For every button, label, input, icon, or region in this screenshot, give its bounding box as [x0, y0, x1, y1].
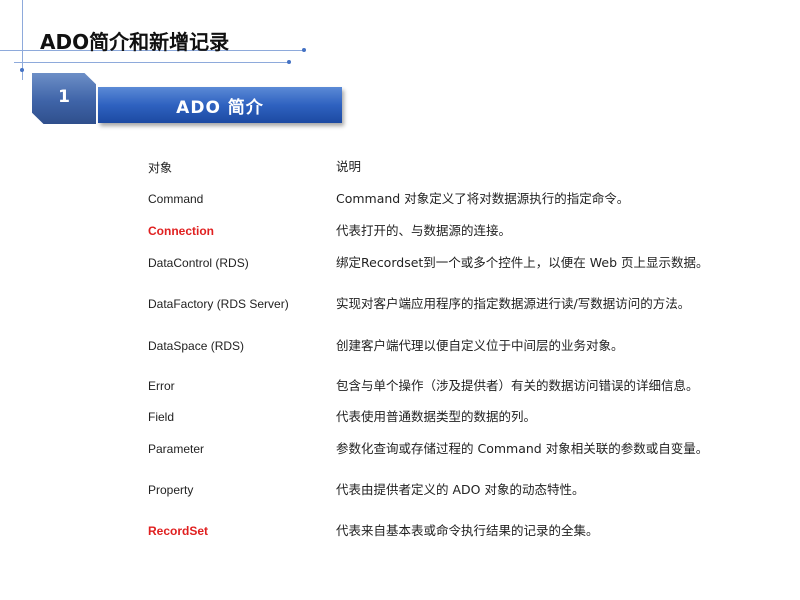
object-description: 代表使用普通数据类型的数据的列。 — [336, 409, 537, 424]
section-title-banner: ADO 简介 — [98, 87, 342, 123]
object-name: Parameter — [148, 442, 205, 456]
section-number-badge: 1 — [32, 73, 96, 124]
decor-dot-bottom — [287, 60, 291, 64]
slide-title: ADO简介和新增记录 — [40, 30, 230, 54]
object-description: Command 对象定义了将对数据源执行的指定命令。 — [336, 191, 630, 206]
table-row: DataControl (RDS) 绑定Recordset到一个或多个控件上，以… — [148, 246, 748, 280]
table-row: Connection 代表打开的、与数据源的连接。 — [148, 222, 748, 240]
object-description: 参数化查询或存储过程的 Command 对象相关联的参数或自变量。 — [336, 441, 709, 456]
table-row: RecordSet 代表来自基本表或命令执行结果的记录的全集。 — [148, 522, 748, 540]
object-description: 创建客户端代理以便自定义位于中间层的业务对象。 — [336, 338, 624, 353]
object-name: Property — [148, 483, 194, 497]
table-row: DataFactory (RDS Server) 实现对客户端应用程序的指定数据… — [148, 287, 748, 321]
object-name: DataSpace (RDS) — [148, 339, 245, 353]
object-name: RecordSet — [148, 524, 209, 538]
table-row: Error 包含与单个操作（涉及提供者）有关的数据访问错误的详细信息。 — [148, 369, 748, 403]
table-row: Command Command 对象定义了将对数据源执行的指定命令。 — [148, 190, 748, 208]
decor-dot-top — [302, 48, 306, 52]
table-row: Field 代表使用普通数据类型的数据的列。 — [148, 408, 748, 426]
object-name: DataControl (RDS) — [148, 256, 249, 270]
object-name: Error — [148, 379, 175, 393]
object-name: Field — [148, 410, 175, 424]
table-row: Property 代表由提供者定义的 ADO 对象的动态特性。 — [148, 481, 748, 499]
object-name: DataFactory (RDS Server) — [148, 297, 289, 311]
object-description: 绑定Recordset到一个或多个控件上，以便在 Web 页上显示数据。 — [336, 255, 709, 270]
object-name: Command — [148, 192, 204, 206]
object-description: 实现对客户端应用程序的指定数据源进行读/写数据访问的方法。 — [336, 296, 691, 311]
table-header-row: 对象 说明 — [148, 158, 748, 176]
header-description: 说明 — [336, 159, 362, 174]
object-description: 包含与单个操作（涉及提供者）有关的数据访问错误的详细信息。 — [336, 378, 699, 393]
header-object: 对象 — [148, 160, 173, 175]
table-row: Parameter 参数化查询或存储过程的 Command 对象相关联的参数或自… — [148, 432, 748, 466]
object-description: 代表由提供者定义的 ADO 对象的动态特性。 — [336, 482, 585, 497]
object-description: 代表打开的、与数据源的连接。 — [336, 223, 512, 238]
object-description: 代表来自基本表或命令执行结果的记录的全集。 — [336, 523, 599, 538]
decor-dot-left — [20, 68, 24, 72]
object-name: Connection — [148, 224, 214, 238]
decor-horizontal-line-bottom — [14, 62, 290, 63]
table-row: DataSpace (RDS) 创建客户端代理以便自定义位于中间层的业务对象。 — [148, 337, 748, 355]
